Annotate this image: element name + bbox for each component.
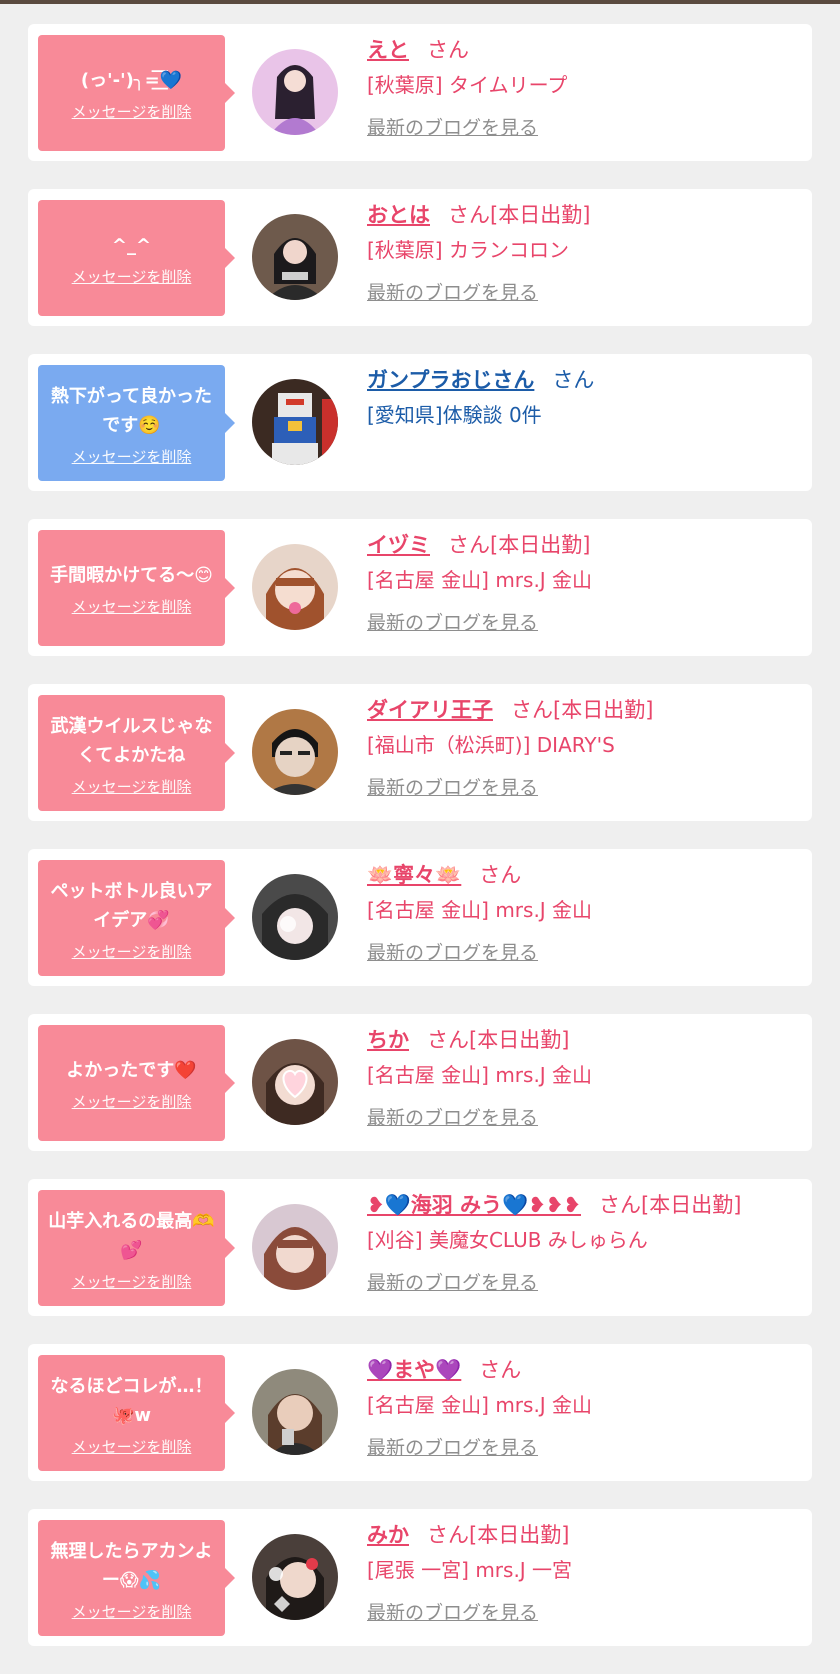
- latest-blog-link[interactable]: 最新のブログを見る: [367, 1433, 538, 1460]
- user-name-link[interactable]: ダイアリ王子: [367, 698, 493, 722]
- avatar[interactable]: [252, 1204, 338, 1290]
- message-text: 熱下がって良かったです☺️: [50, 385, 213, 436]
- delete-message-link[interactable]: メッセージを削除: [72, 1601, 192, 1622]
- delete-message-link[interactable]: メッセージを削除: [72, 1436, 192, 1457]
- message-bubble: ^_^ メッセージを削除: [38, 200, 235, 316]
- message-text: ^_^: [111, 235, 152, 256]
- store-label: [秋葉原] カランコロン: [367, 238, 569, 262]
- message-card: 無理したらアカンよー😱💦 メッセージを削除 みか さん[本日出勤] [尾張 一宮]…: [28, 1509, 812, 1646]
- latest-blog-link[interactable]: 最新のブログを見る: [367, 608, 538, 635]
- user-suffix: さん: [479, 863, 522, 887]
- store-label: [尾張 一宮] mrs.J 一宮: [367, 1558, 573, 1582]
- user-name-link[interactable]: イヅミ: [367, 533, 430, 557]
- avatar[interactable]: [252, 214, 338, 300]
- message-text: 武漢ウイルスじゃなくてよかたね: [50, 715, 213, 766]
- store-label: [愛知県]体験談 0件: [367, 403, 542, 427]
- avatar[interactable]: [252, 49, 338, 135]
- message-card: (っ'-')╮=͟͟͞͞💙 メッセージを削除 えと さん [秋葉原] タイムリープ…: [28, 24, 812, 161]
- message-text: 手間暇かけてる〜😊: [50, 565, 213, 586]
- message-bubble: ペットボトル良いアイデア💞 メッセージを削除: [38, 860, 235, 976]
- message-text: よかったです❤️: [66, 1060, 197, 1081]
- latest-blog-link[interactable]: 最新のブログを見る: [367, 1103, 538, 1130]
- delete-message-link[interactable]: メッセージを削除: [72, 941, 192, 962]
- user-name-link[interactable]: 🪷寧々🪷: [367, 863, 461, 887]
- store-label: [名古屋 金山] mrs.J 金山: [367, 568, 593, 592]
- message-bubble: 山芋入れるの最高🫶💕 メッセージを削除: [38, 1190, 235, 1306]
- latest-blog-link[interactable]: 最新のブログを見る: [367, 938, 538, 965]
- avatar[interactable]: [252, 874, 338, 960]
- message-list: (っ'-')╮=͟͟͞͞💙 メッセージを削除 えと さん [秋葉原] タイムリープ…: [0, 24, 840, 1674]
- user-name-link[interactable]: おとは: [367, 203, 430, 227]
- store-label: [秋葉原] タイムリープ: [367, 73, 568, 97]
- store-label: [福山市（松浜町)] DIARY'S: [367, 733, 615, 757]
- latest-blog-link[interactable]: 最新のブログを見る: [367, 1268, 538, 1295]
- latest-blog-link[interactable]: 最新のブログを見る: [367, 278, 538, 305]
- avatar[interactable]: [252, 544, 338, 630]
- message-card: ^_^ メッセージを削除 おとは さん[本日出勤] [秋葉原] カランコロン 最新…: [28, 189, 812, 326]
- message-bubble: 熱下がって良かったです☺️ メッセージを削除: [38, 365, 235, 481]
- message-card: ペットボトル良いアイデア💞 メッセージを削除 🪷寧々🪷 さん [名古屋 金山] m…: [28, 849, 812, 986]
- delete-message-link[interactable]: メッセージを削除: [72, 266, 192, 287]
- message-card: 熱下がって良かったです☺️ メッセージを削除 ガンプラおじさん さん [愛知県]体…: [28, 354, 812, 491]
- delete-message-link[interactable]: メッセージを削除: [72, 101, 192, 122]
- message-bubble: 武漢ウイルスじゃなくてよかたね メッセージを削除: [38, 695, 235, 811]
- message-bubble: なるほどコレが…！🐙w メッセージを削除: [38, 1355, 235, 1471]
- store-label: [刈谷] 美魔女CLUB みしゅらん: [367, 1228, 648, 1252]
- message-text: なるほどコレが…！🐙w: [50, 1375, 213, 1426]
- store-label: [名古屋 金山] mrs.J 金山: [367, 898, 593, 922]
- user-suffix: さん[本日出勤]: [448, 533, 591, 557]
- user-name-link[interactable]: みか: [367, 1523, 409, 1547]
- user-name-link[interactable]: えと: [367, 38, 409, 62]
- store-label: [名古屋 金山] mrs.J 金山: [367, 1063, 593, 1087]
- user-suffix: さん: [479, 1358, 522, 1382]
- message-text: ペットボトル良いアイデア💞: [50, 880, 213, 931]
- latest-blog-link[interactable]: 最新のブログを見る: [367, 113, 538, 140]
- user-suffix: さん: [427, 38, 469, 62]
- avatar[interactable]: [252, 1534, 338, 1620]
- message-card: 手間暇かけてる〜😊 メッセージを削除 イヅミ さん[本日出勤] [名古屋 金山] …: [28, 519, 812, 656]
- message-card: なるほどコレが…！🐙w メッセージを削除 💜まや💜 さん [名古屋 金山] mrs…: [28, 1344, 812, 1481]
- latest-blog-link[interactable]: 最新のブログを見る: [367, 773, 538, 800]
- message-card: よかったです❤️ メッセージを削除 ちか さん[本日出勤] [名古屋 金山] mr…: [28, 1014, 812, 1151]
- user-suffix: さん[本日出勤]: [599, 1193, 742, 1217]
- message-bubble: よかったです❤️ メッセージを削除: [38, 1025, 235, 1141]
- delete-message-link[interactable]: メッセージを削除: [72, 1271, 192, 1292]
- user-suffix: さん[本日出勤]: [427, 1028, 570, 1052]
- top-bar: [0, 0, 840, 4]
- user-name-link[interactable]: ちか: [367, 1028, 409, 1052]
- avatar[interactable]: [252, 1039, 338, 1125]
- message-card: 山芋入れるの最高🫶💕 メッセージを削除 ❥💙海羽 みう💙❥❥❥ さん[本日出勤] …: [28, 1179, 812, 1316]
- message-bubble: 無理したらアカンよー😱💦 メッセージを削除: [38, 1520, 235, 1636]
- message-card: 武漢ウイルスじゃなくてよかたね メッセージを削除 ダイアリ王子 さん[本日出勤] …: [28, 684, 812, 821]
- user-name-link[interactable]: ❥💙海羽 みう💙❥❥❥: [367, 1193, 581, 1217]
- user-name-link[interactable]: ガンプラおじさん: [367, 368, 534, 392]
- delete-message-link[interactable]: メッセージを削除: [72, 776, 192, 797]
- avatar[interactable]: [252, 379, 338, 465]
- delete-message-link[interactable]: メッセージを削除: [72, 596, 192, 617]
- user-suffix: さん: [552, 368, 595, 392]
- user-suffix: さん[本日出勤]: [511, 698, 654, 722]
- avatar[interactable]: [252, 709, 338, 795]
- user-name-link[interactable]: 💜まや💜: [367, 1358, 461, 1382]
- delete-message-link[interactable]: メッセージを削除: [72, 446, 192, 467]
- message-bubble: (っ'-')╮=͟͟͞͞💙 メッセージを削除: [38, 35, 235, 151]
- latest-blog-link[interactable]: 最新のブログを見る: [367, 1598, 538, 1625]
- message-bubble: 手間暇かけてる〜😊 メッセージを削除: [38, 530, 235, 646]
- message-text: (っ'-')╮=͟͟͞͞💙: [80, 70, 183, 91]
- user-suffix: さん[本日出勤]: [448, 203, 591, 227]
- message-text: 無理したらアカンよー😱💦: [50, 1540, 213, 1591]
- store-label: [名古屋 金山] mrs.J 金山: [367, 1393, 593, 1417]
- delete-message-link[interactable]: メッセージを削除: [72, 1091, 192, 1112]
- user-suffix: さん[本日出勤]: [427, 1523, 570, 1547]
- avatar[interactable]: [252, 1369, 338, 1455]
- message-text: 山芋入れるの最高🫶💕: [48, 1210, 215, 1261]
